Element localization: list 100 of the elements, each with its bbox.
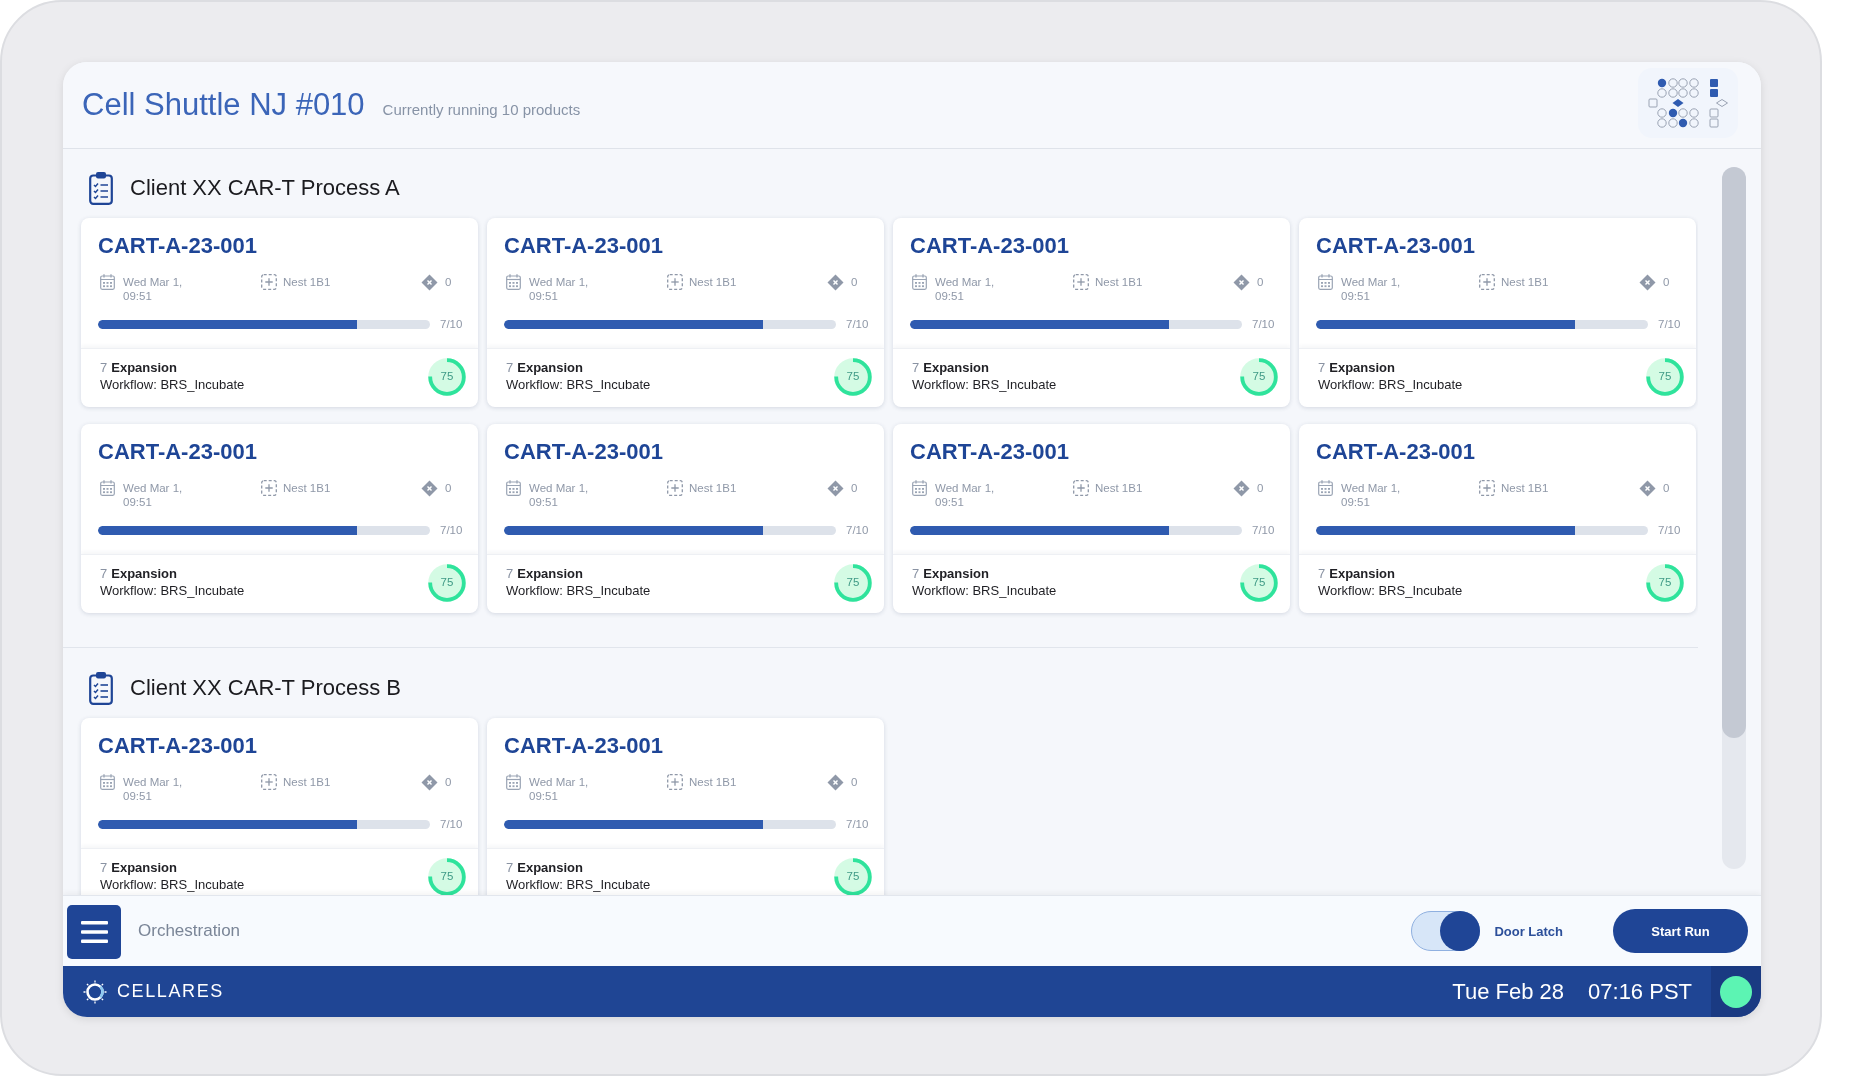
dashed-plus-square-icon [667,480,683,496]
score-ring-icon [428,564,466,602]
nest-label: Nest 1B1 [1095,481,1143,495]
start-run-button[interactable]: Start Run [1613,909,1748,953]
nest-label: Nest 1B1 [689,275,737,289]
menu-icon [80,920,108,943]
step-number: 7 [506,565,514,582]
product-card[interactable]: CART-A-23-001 Wed Mar 1, 09:51 Nest 1B1 0 7/10 7 Expansion Workflow: BRS_Incubate 75 [893,424,1290,613]
dashed-plus-square-icon [1479,480,1495,496]
menu-button[interactable] [67,904,121,959]
product-card[interactable]: CART-A-23-001 Wed Mar 1, 09:51 Nest 1B1 0 7/10 7 Expansion Workflow: BRS_Incubate 75 [487,218,884,407]
product-card[interactable]: CART-A-23-001 Wed Mar 1, 09:51 Nest 1B1 0 7/10 7 Expansion Workflow: BRS_Incubate 75 [1299,218,1696,407]
calendar-icon [506,774,521,790]
clipboard-icon [89,671,113,705]
stage-name: Expansion [517,859,583,876]
dashed-plus-square-icon [667,274,683,290]
time-text: 07:16 PST [1588,978,1692,1005]
score-value: 75 [440,577,454,589]
product-card[interactable]: CART-A-23-001 Wed Mar 1, 09:51 Nest 1B1 0 7/10 7 Expansion Workflow: BRS_Incubate 75 [81,218,478,407]
diamond-x-icon [827,274,844,291]
dashed-plus-square-icon [667,774,683,790]
product-card[interactable]: CART-A-23-001 Wed Mar 1, 09:51 Nest 1B1 0 7/10 7 Expansion Workflow: BRS_Incubate 75 [487,424,884,613]
product-card[interactable]: CART-A-23-001 Wed Mar 1, 09:51 Nest 1B1 0 7/10 7 Expansion Workflow: BRS_Incubate 75 [81,718,478,895]
alert-count: 0 [445,481,452,495]
dashed-plus-square-icon [1073,480,1089,496]
product-id: CART-A-23-001 [504,233,663,258]
score-value: 75 [846,577,860,589]
stage-name: Expansion [111,565,177,582]
toggle-label: Door Latch [1494,923,1563,939]
nest-label: Nest 1B1 [283,775,331,789]
workflow-text: Workflow: BRS_Incubate [506,583,651,598]
door-latch-toggle[interactable] [1411,911,1481,951]
progress-reading: 7/10 [846,524,869,536]
step-number: 7 [100,565,108,582]
alert-count: 0 [1257,481,1264,495]
date-text: Wed Mar 1, 09:51 [1341,481,1402,509]
date-text: Wed Mar 1, 09:51 [123,481,184,509]
stage-name: Expansion [923,359,989,376]
scrollbar-thumb[interactable] [1722,167,1746,738]
nest-label: Nest 1B1 [1095,275,1143,289]
score-ring-icon [834,858,872,895]
nest-label: Nest 1B1 [1501,481,1549,495]
calendar-icon [506,480,521,496]
calendar-icon [100,480,115,496]
score-ring-icon [834,564,872,602]
workflow-text: Workflow: BRS_Incubate [100,877,245,892]
score-ring-icon [1646,358,1684,396]
workflow-text: Workflow: BRS_Incubate [506,877,651,892]
stage-name: Expansion [1329,565,1395,582]
date-text: Tue Feb 28 [1452,978,1565,1005]
progress-reading: 7/10 [1658,318,1681,330]
stage-name: Expansion [1329,359,1395,376]
score-ring-icon [1240,564,1278,602]
product-card[interactable]: CART-A-23-001 Wed Mar 1, 09:51 Nest 1B1 0 7/10 7 Expansion Workflow: BRS_Incubate 75 [81,424,478,613]
dashed-plus-square-icon [1479,274,1495,290]
score-ring-icon [1646,564,1684,602]
score-ring-icon [1240,358,1278,396]
product-id: CART-A-23-001 [98,233,257,258]
product-id: CART-A-23-001 [910,439,1069,464]
alert-count: 0 [1663,275,1670,289]
section-title: Client XX CAR-T Process B [130,675,401,701]
nest-label: Nest 1B1 [1501,275,1549,289]
app-section-label: Orchestration [138,921,241,941]
alert-count: 0 [445,775,452,789]
diamond-x-icon [421,774,438,791]
progress-reading: 7/10 [846,818,869,830]
date-text: Wed Mar 1, 09:51 [123,275,184,303]
alert-count: 0 [1257,275,1264,289]
score-value: 75 [1252,371,1266,383]
calendar-icon [1318,480,1333,496]
subtitle-text: Currently running 10 products [382,101,581,118]
date-text: Wed Mar 1, 09:51 [1341,275,1402,303]
workflow-text: Workflow: BRS_Incubate [1318,377,1463,392]
step-number: 7 [506,359,514,376]
clipboard-icon [89,171,113,205]
product-card[interactable]: CART-A-23-001 Wed Mar 1, 09:51 Nest 1B1 0 7/10 7 Expansion Workflow: BRS_Incubate 75 [893,218,1290,407]
ring-logo-icon [83,979,107,1004]
alert-count: 0 [851,481,858,495]
product-id: CART-A-23-001 [98,439,257,464]
dashed-plus-square-icon [261,274,277,290]
product-card[interactable]: CART-A-23-001 Wed Mar 1, 09:51 Nest 1B1 0 7/10 7 Expansion Workflow: BRS_Incubate 75 [487,718,884,895]
nest-label: Nest 1B1 [283,481,331,495]
score-value: 75 [1658,371,1672,383]
workflow-text: Workflow: BRS_Incubate [100,583,245,598]
alert-count: 0 [851,775,858,789]
date-text: Wed Mar 1, 09:51 [935,275,996,303]
nest-label: Nest 1B1 [689,481,737,495]
progress-reading: 7/10 [1252,524,1275,536]
machine-title: Cell Shuttle NJ #010 [82,87,365,123]
dashed-plus-square-icon [261,774,277,790]
step-number: 7 [1318,565,1326,582]
product-card[interactable]: CART-A-23-001 Wed Mar 1, 09:51 Nest 1B1 0 7/10 7 Expansion Workflow: BRS_Incubate 75 [1299,424,1696,613]
calendar-icon [912,274,927,290]
step-number: 7 [100,359,108,376]
date-text: Wed Mar 1, 09:51 [935,481,996,509]
workflow-text: Workflow: BRS_Incubate [912,377,1057,392]
calendar-icon [1318,274,1333,290]
brand-name: CELLARES [117,981,224,1002]
stage-name: Expansion [111,859,177,876]
date-text: Wed Mar 1, 09:51 [529,481,590,509]
